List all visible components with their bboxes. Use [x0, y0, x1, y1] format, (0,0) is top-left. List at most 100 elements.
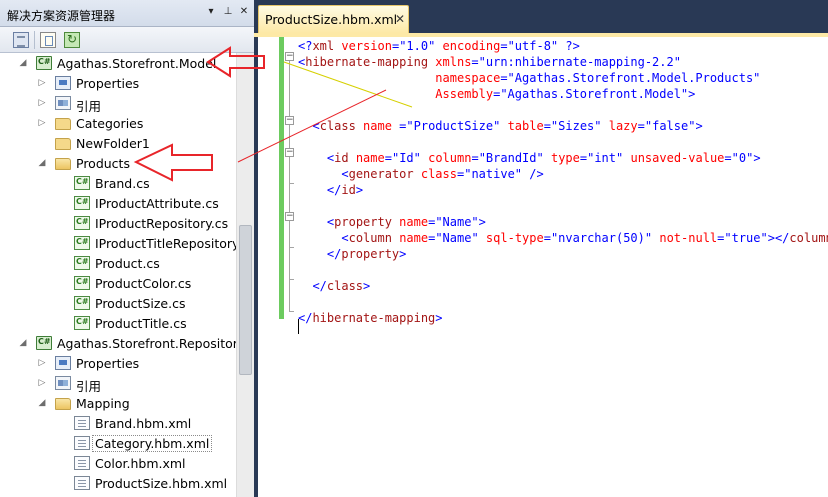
tree-item[interactable]: Category.hbm.xml — [0, 433, 236, 453]
code-token: "Name" — [435, 215, 479, 229]
code-line: </class> — [298, 278, 370, 294]
code-token: hibernate-mapping — [312, 311, 436, 325]
tree-item-label: Brand.hbm.xml — [95, 416, 192, 431]
tree-item-label: IProductTitleRepository.cs — [95, 236, 236, 251]
code-token: version — [341, 39, 392, 53]
code-token: "int" — [587, 151, 624, 165]
code-line: <column name="Name" sql-type="nvarchar(5… — [298, 230, 828, 246]
folder-open-icon — [55, 398, 71, 410]
expand-arrow-icon[interactable]: ▷ — [37, 377, 47, 389]
code-token: property — [341, 247, 400, 261]
expand-arrow-icon[interactable]: ▷ — [37, 97, 47, 109]
code-token: > — [435, 311, 443, 325]
tree-item[interactable]: ▷ Properties — [0, 73, 236, 93]
tree-item[interactable]: ProductTitle.cs — [0, 313, 236, 333]
outline-guide-end — [289, 247, 294, 248]
code-token: "ProductSize" — [406, 119, 501, 133]
change-tracking-bar — [279, 37, 284, 319]
code-token: property — [334, 215, 392, 229]
outline-collapse-class[interactable]: − — [285, 116, 294, 125]
code-token: column — [428, 151, 472, 165]
outline-collapse-id[interactable]: − — [285, 148, 294, 157]
tree-item[interactable]: ▷ 引用 — [0, 93, 236, 114]
outline-guide-end — [289, 279, 294, 280]
window-position-dropdown-icon[interactable]: ▾ — [204, 5, 218, 19]
collapse-arrow-icon[interactable]: ◢ — [37, 397, 47, 409]
expand-arrow-icon — [56, 257, 66, 269]
collapse-all-icon[interactable] — [13, 32, 29, 48]
code-line: <class name ="ProductSize" table="Sizes"… — [298, 118, 702, 134]
code-token: > — [753, 151, 761, 165]
code-token: </ — [326, 183, 342, 197]
tree-item-label: Brand.cs — [95, 176, 150, 191]
code-line: </hibernate-mapping> — [298, 310, 443, 326]
tree-item[interactable]: ◢ Products — [0, 153, 236, 173]
code-token: not-null — [659, 231, 718, 245]
collapse-arrow-icon[interactable]: ◢ — [37, 157, 47, 169]
outline-collapse-property[interactable]: − — [285, 212, 294, 221]
vertical-scrollbar[interactable] — [236, 53, 254, 497]
pin-icon[interactable]: ⊥ — [221, 5, 235, 19]
code-token: class — [326, 279, 364, 293]
tree-item[interactable]: ▷ 引用 — [0, 373, 236, 394]
code-token: class — [319, 119, 356, 133]
tree-item[interactable]: Color.hbm.xml — [0, 453, 236, 473]
code-token: name — [355, 151, 385, 165]
code-token: /> — [522, 167, 544, 181]
references-icon — [55, 376, 71, 390]
expand-arrow-icon[interactable]: ▷ — [37, 117, 47, 129]
properties-page-icon[interactable] — [40, 32, 56, 48]
code-token: </ — [326, 247, 342, 261]
scrollbar-thumb[interactable] — [239, 225, 252, 375]
tree-item[interactable]: ◢ Agathas.Storefront.Repository.NHibernat… — [0, 333, 236, 353]
tree-item[interactable]: ProductSize.cs — [0, 293, 236, 313]
code-token: = — [543, 119, 551, 133]
close-icon[interactable]: ✕ — [237, 5, 251, 19]
tree-item[interactable]: IProductAttribute.cs — [0, 193, 236, 213]
collapse-arrow-icon[interactable]: ◢ — [18, 337, 28, 349]
tree-item[interactable]: ◢ Agathas.Storefront.Model — [0, 53, 236, 73]
tree-item[interactable]: ◢ Mapping — [0, 393, 236, 413]
tree-item[interactable]: IProductTitleRepository.cs — [0, 233, 236, 253]
tab-close-icon[interactable]: ✕ — [395, 12, 405, 26]
tree-item[interactable]: NewFolder1 — [0, 133, 236, 153]
tree-item-label: Agathas.Storefront.Repository.NHibernate — [57, 336, 236, 351]
code-editor[interactable]: − − − − <?xml version="1.0" encoding="ut… — [258, 37, 828, 497]
expand-arrow-icon — [56, 237, 66, 249]
expand-arrow-icon — [56, 437, 66, 449]
outline-guide-end — [289, 311, 294, 312]
tree-item[interactable]: IProductRepository.cs — [0, 213, 236, 233]
xml-file-icon — [74, 476, 90, 490]
tree-item[interactable]: ▷ Categories — [0, 113, 236, 133]
xml-file-icon — [74, 456, 90, 470]
tree-item[interactable]: ProductColor.cs — [0, 273, 236, 293]
code-token: = — [637, 119, 645, 133]
tree-item[interactable]: Product.cs — [0, 253, 236, 273]
tree-item[interactable]: Brand.cs — [0, 173, 236, 193]
tree-item[interactable]: ProductSize.hbm.xml — [0, 473, 236, 493]
editor-margin — [258, 37, 280, 497]
expand-arrow-icon — [56, 177, 66, 189]
tree-item-label: Properties — [76, 76, 140, 91]
tree-item[interactable]: Brand.hbm.xml — [0, 413, 236, 433]
outline-guide-end — [289, 183, 294, 184]
code-token: "native" — [464, 167, 523, 181]
expand-arrow-icon[interactable]: ▷ — [37, 357, 47, 369]
tab-productsize-hbm-xml[interactable]: ProductSize.hbm.xml ✕ — [258, 5, 409, 33]
expand-arrow-icon[interactable]: ▷ — [37, 77, 47, 89]
code-token: "0" — [731, 151, 754, 165]
refresh-icon[interactable] — [64, 32, 80, 48]
outline-guide — [289, 61, 290, 311]
tree-item-label: Properties — [76, 356, 140, 371]
collapse-arrow-icon[interactable]: ◢ — [18, 57, 28, 69]
code-token: sql-type — [485, 231, 544, 245]
tree-item-label: IProductRepository.cs — [95, 216, 229, 231]
code-token: xmlns — [435, 55, 472, 69]
tree-item[interactable]: ▷ Properties — [0, 353, 236, 373]
outline-collapse-hibernate-mapping[interactable]: − — [285, 52, 294, 61]
code-token: "urn:nhibernate-mapping-2.2" — [478, 55, 681, 69]
